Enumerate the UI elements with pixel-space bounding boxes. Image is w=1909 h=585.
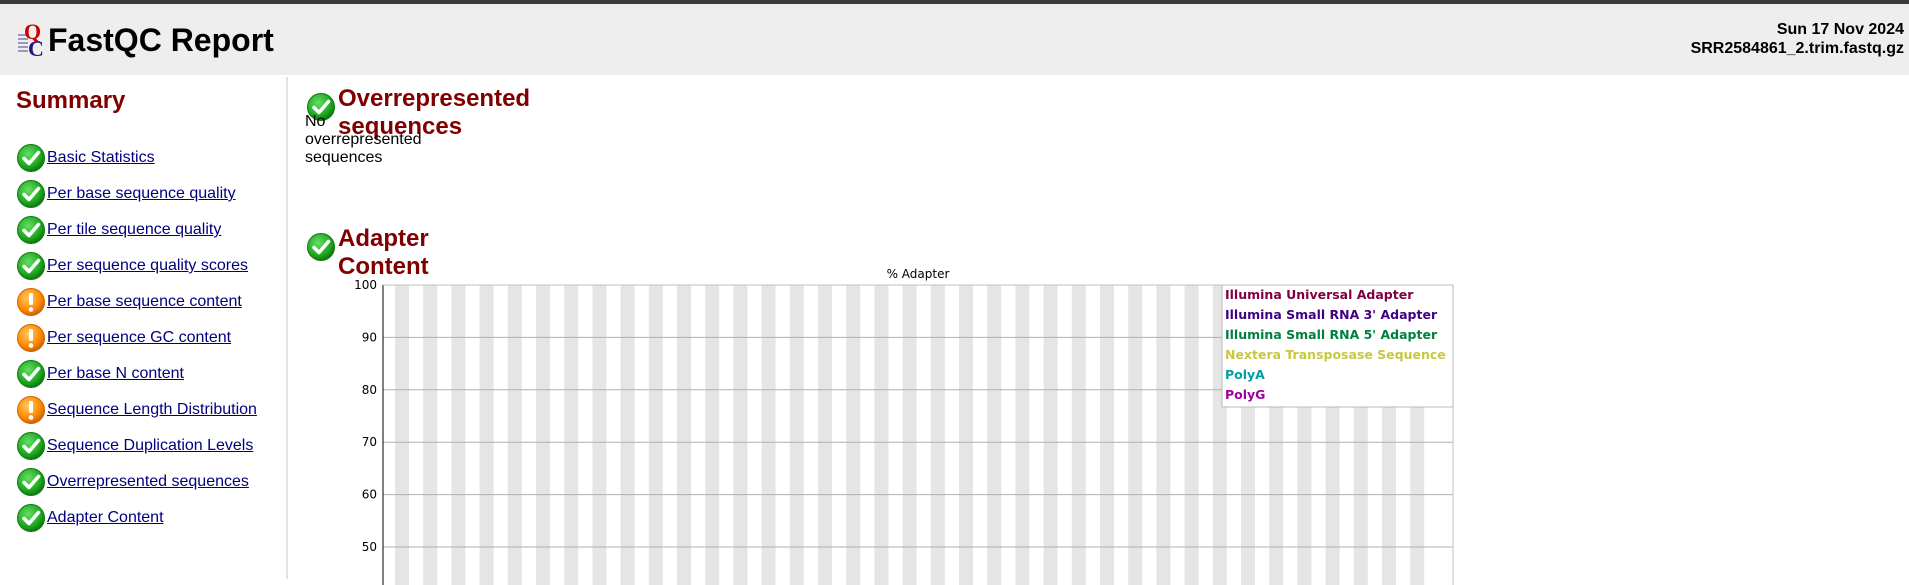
svg-text:C: C	[28, 36, 44, 60]
sidebar-item[interactable]: Per base N content	[16, 356, 257, 392]
position-band	[479, 285, 494, 585]
pass-check-icon	[17, 216, 45, 244]
fastqc-logo-icon: Q C	[18, 20, 44, 60]
position-band	[1100, 285, 1114, 585]
sidebar-item-link[interactable]: Per base sequence content	[47, 293, 242, 311]
position-band	[564, 285, 579, 585]
sidebar-item[interactable]: Overrepresented sequences	[16, 464, 257, 500]
position-band	[507, 285, 522, 585]
pass-check-icon	[17, 360, 45, 388]
position-band	[451, 285, 466, 585]
position-band	[846, 285, 861, 585]
position-band	[1184, 285, 1199, 585]
position-band	[818, 285, 832, 585]
position-band	[677, 285, 691, 585]
sidebar-item-link[interactable]: Per sequence GC content	[47, 329, 231, 347]
sidebar-item-link[interactable]: Per sequence quality scores	[47, 257, 248, 275]
sidebar-item[interactable]: Basic Statistics	[16, 140, 257, 176]
sidebar-item[interactable]: Per base sequence content	[16, 284, 257, 320]
position-band	[902, 285, 917, 585]
chart-title: % Adapter	[887, 267, 950, 281]
legend-entry: Illumina Small RNA 3' Adapter	[1225, 307, 1438, 322]
legend-entry: Illumina Universal Adapter	[1225, 287, 1414, 302]
legend-entry: PolyG	[1225, 387, 1265, 402]
position-band	[395, 285, 409, 585]
sidebar-item[interactable]: Per sequence quality scores	[16, 248, 257, 284]
position-band	[705, 285, 720, 585]
legend-entry: Illumina Small RNA 5' Adapter	[1225, 327, 1438, 342]
position-band	[930, 285, 945, 585]
sidebar-item[interactable]: Sequence Length Distribution	[16, 392, 257, 428]
position-band	[1043, 285, 1058, 585]
sidebar-item-link[interactable]: Per base N content	[47, 365, 184, 383]
position-band	[536, 285, 550, 585]
y-tick-label: 70	[362, 435, 377, 449]
sidebar-item[interactable]: Sequence Duplication Levels	[16, 428, 257, 464]
report-date: Sun 17 Nov 2024	[1776, 21, 1904, 38]
summary-title: Summary	[16, 87, 126, 114]
warning-icon	[17, 288, 45, 316]
pass-icon	[306, 232, 336, 267]
pass-check-icon	[17, 468, 45, 496]
position-band	[620, 285, 635, 585]
y-tick-label: 50	[362, 540, 377, 554]
pass-check-icon	[17, 180, 45, 208]
position-band	[987, 285, 1002, 585]
position-band	[1015, 285, 1030, 585]
report-meta: Sun 17 Nov 2024 SRR2584861_2.trim.fastq.…	[1691, 20, 1904, 58]
warning-icon	[17, 324, 45, 352]
sidebar-item-link[interactable]: Per tile sequence quality	[47, 221, 221, 239]
sidebar-item-link[interactable]: Sequence Length Distribution	[47, 401, 257, 419]
sidebar-item-link[interactable]: Overrepresented sequences	[47, 473, 249, 491]
y-tick-label: 60	[362, 488, 377, 502]
report-main: Overrepresented sequences No overreprese…	[305, 75, 1905, 585]
y-tick-label: 80	[362, 383, 377, 397]
y-tick-label: 90	[362, 330, 377, 344]
position-band	[592, 285, 607, 585]
page-title: FastQC Report	[48, 22, 274, 58]
position-band	[1128, 285, 1143, 585]
sidebar-item[interactable]: Adapter Content	[16, 500, 257, 536]
position-band	[761, 285, 776, 585]
warning-icon	[17, 396, 45, 424]
sidebar-item[interactable]: Per base sequence quality	[16, 176, 257, 212]
pass-check-icon	[17, 252, 45, 280]
position-band	[1071, 285, 1086, 585]
position-band	[733, 285, 748, 585]
position-band	[648, 285, 663, 585]
pass-check-icon	[307, 232, 335, 261]
pass-check-icon	[17, 504, 45, 532]
report-filename: SRR2584861_2.trim.fastq.gz	[1690, 40, 1904, 57]
sidebar-item[interactable]: Per tile sequence quality	[16, 212, 257, 248]
pass-check-icon	[17, 144, 45, 172]
no-overrepresented-message: No overrepresented sequences	[305, 113, 422, 166]
sidebar-item-link[interactable]: Adapter Content	[47, 509, 164, 527]
sidebar-item-link[interactable]: Sequence Duplication Levels	[47, 437, 253, 455]
y-tick-label: 100	[354, 278, 377, 292]
pass-check-icon	[17, 432, 45, 460]
sidebar-item-link[interactable]: Basic Statistics	[47, 149, 155, 167]
summary-nav-list: Basic Statistics Per base sequence qualit…	[16, 140, 257, 536]
position-band	[1156, 285, 1171, 585]
legend-entry: PolyA	[1225, 367, 1265, 382]
report-header: Q C FastQC Report Sun 17 Nov 2024 SRR258…	[0, 4, 1909, 75]
position-band	[789, 285, 804, 585]
sidebar-item-link[interactable]: Per base sequence quality	[47, 185, 236, 203]
adapter-content-chart: % Adapter 100 90 80 70 60 50 Illumina Universal…	[354, 267, 1454, 585]
position-band	[874, 285, 889, 585]
legend-entry: Nextera Transposase Sequence	[1225, 347, 1446, 362]
position-band	[959, 285, 973, 585]
position-band	[423, 285, 438, 585]
summary-sidebar: Summary Basic Statistics Per base sequenc…	[0, 77, 288, 579]
sidebar-item[interactable]: Per sequence GC content	[16, 320, 257, 356]
